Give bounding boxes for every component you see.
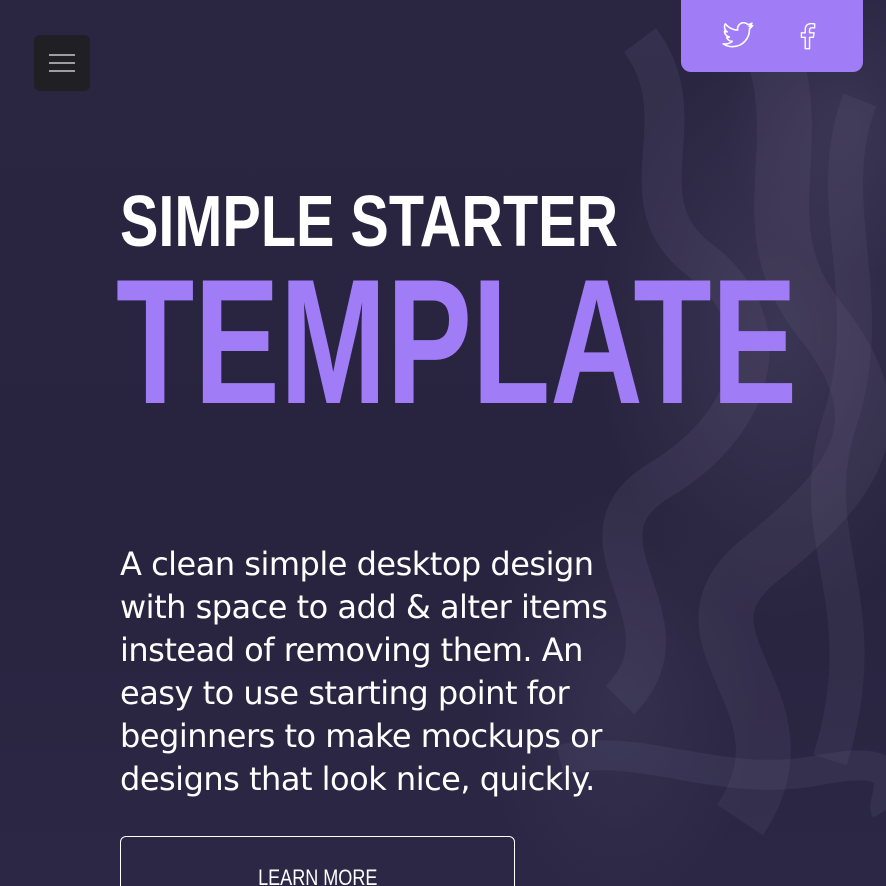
landing-page: SIMPLE STARTER TEMPLATE A clean simple d… (0, 0, 886, 886)
hero-title-main: TEMPLATE (116, 242, 798, 441)
learn-more-label: LEARN MORE (257, 865, 378, 886)
social-links-bar (681, 0, 863, 72)
menu-button[interactable] (34, 35, 90, 91)
twitter-bird-icon (721, 22, 753, 48)
facebook-f-icon (800, 22, 815, 50)
twitter-link[interactable] (718, 16, 758, 56)
hero-description: A clean simple desktop design with space… (120, 545, 608, 798)
learn-more-button[interactable]: LEARN MORE (120, 836, 515, 886)
hamburger-menu-icon (49, 54, 75, 72)
facebook-link[interactable] (787, 16, 827, 56)
